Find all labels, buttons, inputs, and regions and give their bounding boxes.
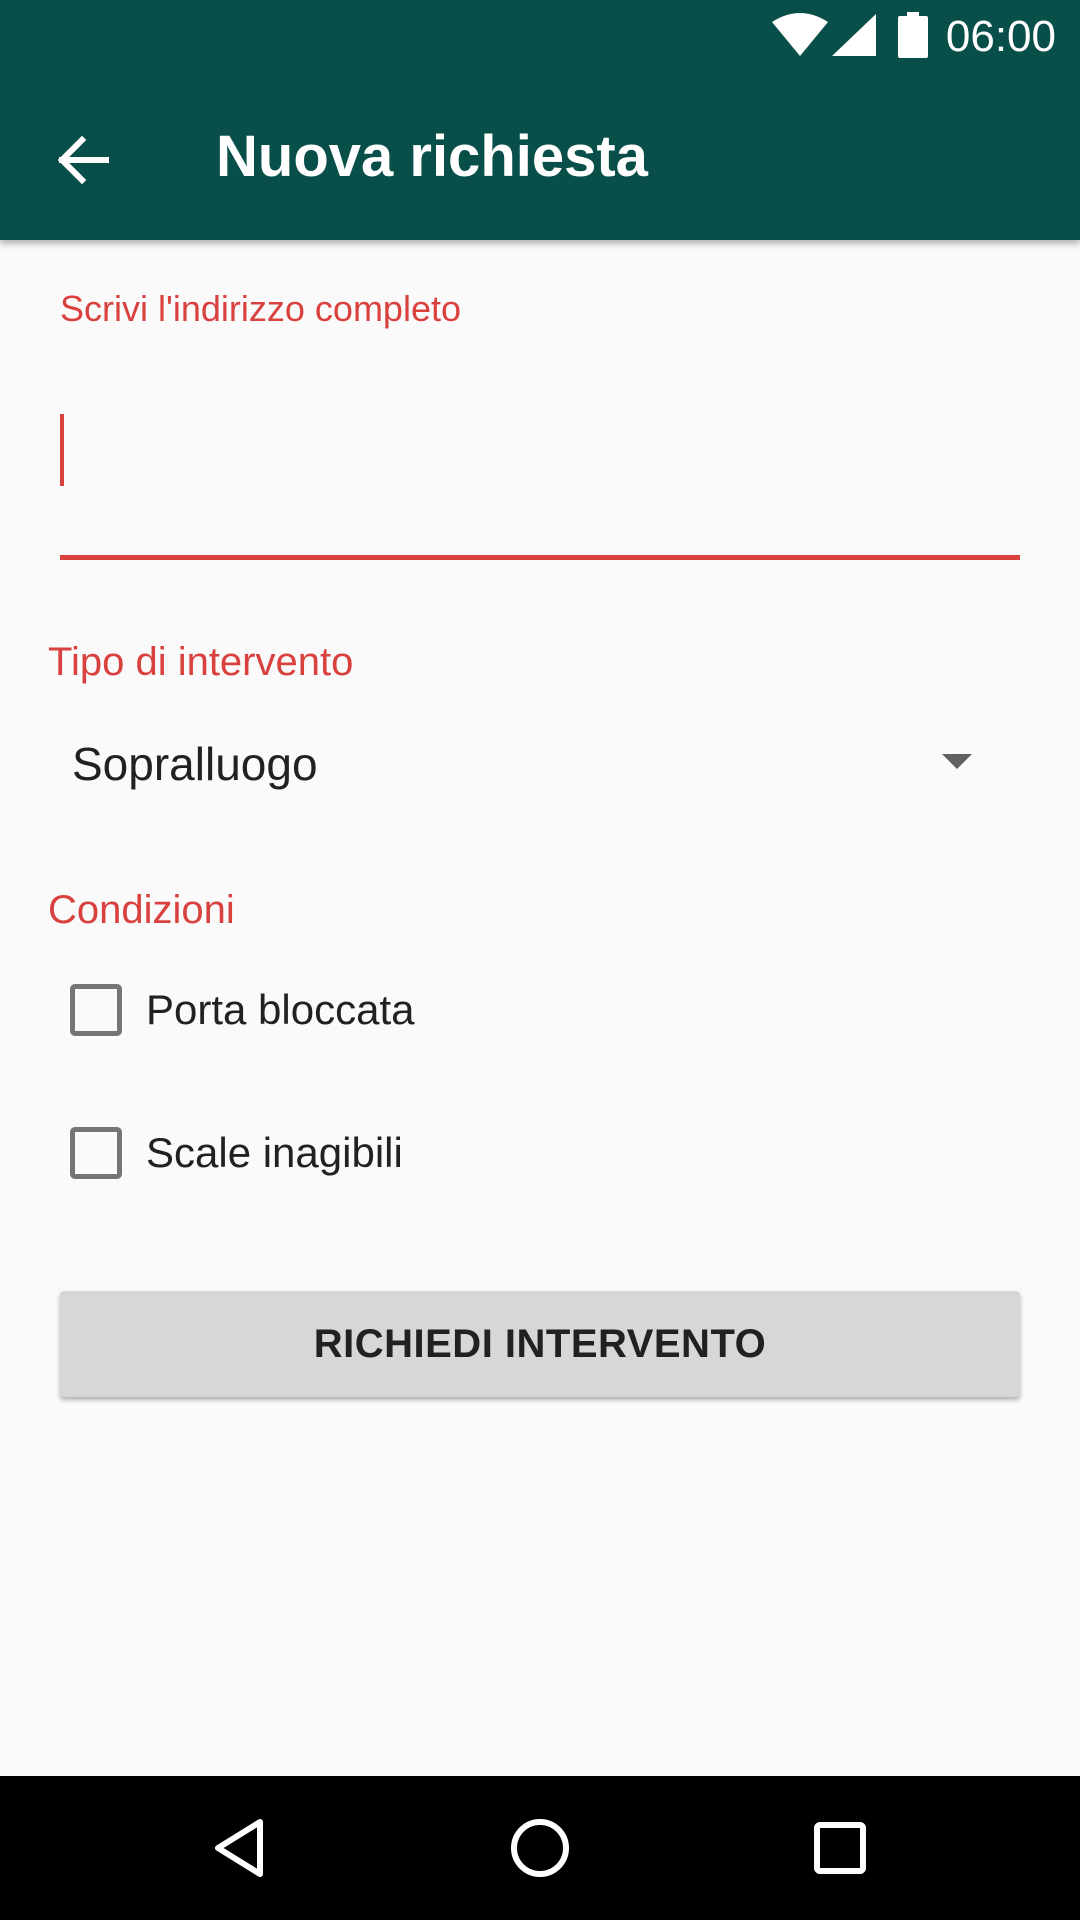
status-time: 06:00 [945, 12, 1056, 61]
checkbox-label: Porta bloccata [146, 986, 415, 1033]
checkbox-scale-inagibili[interactable]: Scale inagibili [60, 1103, 660, 1203]
address-label: Scrivi l'indirizzo completo [60, 288, 461, 329]
checkbox-icon[interactable] [70, 1127, 122, 1179]
checkbox-label: Scale inagibili [146, 1129, 403, 1176]
intervention-type-label: Tipo di intervento [48, 640, 354, 684]
nav-home-button[interactable] [480, 1798, 600, 1898]
status-bar: 06:00 [0, 0, 1080, 74]
intervention-type-dropdown[interactable]: Sopralluogo [48, 718, 1008, 808]
address-input-underline [60, 555, 1020, 560]
checkbox-porta-bloccata[interactable]: Porta bloccata [60, 960, 660, 1060]
home-circle-icon [511, 1819, 569, 1877]
dropdown-arrow-icon [942, 754, 972, 769]
recents-square-icon [814, 1822, 866, 1874]
nav-recents-button[interactable] [780, 1798, 900, 1898]
request-intervention-button[interactable]: RICHIEDI INTERVENTO [60, 1291, 1020, 1397]
text-cursor [60, 414, 64, 486]
intervention-type-selected: Sopralluogo [72, 738, 318, 790]
navigation-bar [0, 1776, 1080, 1920]
conditions-label: Condizioni [48, 888, 235, 932]
arrow-left-icon [58, 136, 109, 184]
address-input[interactable] [60, 390, 1020, 510]
back-triangle-icon [215, 1819, 263, 1877]
page-title: Nuova richiesta [216, 124, 648, 189]
battery-icon [898, 12, 928, 58]
wifi-icon [772, 13, 828, 56]
checkbox-icon[interactable] [70, 984, 122, 1036]
app-bar: Nuova richiesta [0, 74, 1080, 240]
nav-back-button[interactable] [180, 1798, 300, 1898]
back-button[interactable] [34, 115, 134, 205]
cell-signal-icon [832, 14, 876, 56]
